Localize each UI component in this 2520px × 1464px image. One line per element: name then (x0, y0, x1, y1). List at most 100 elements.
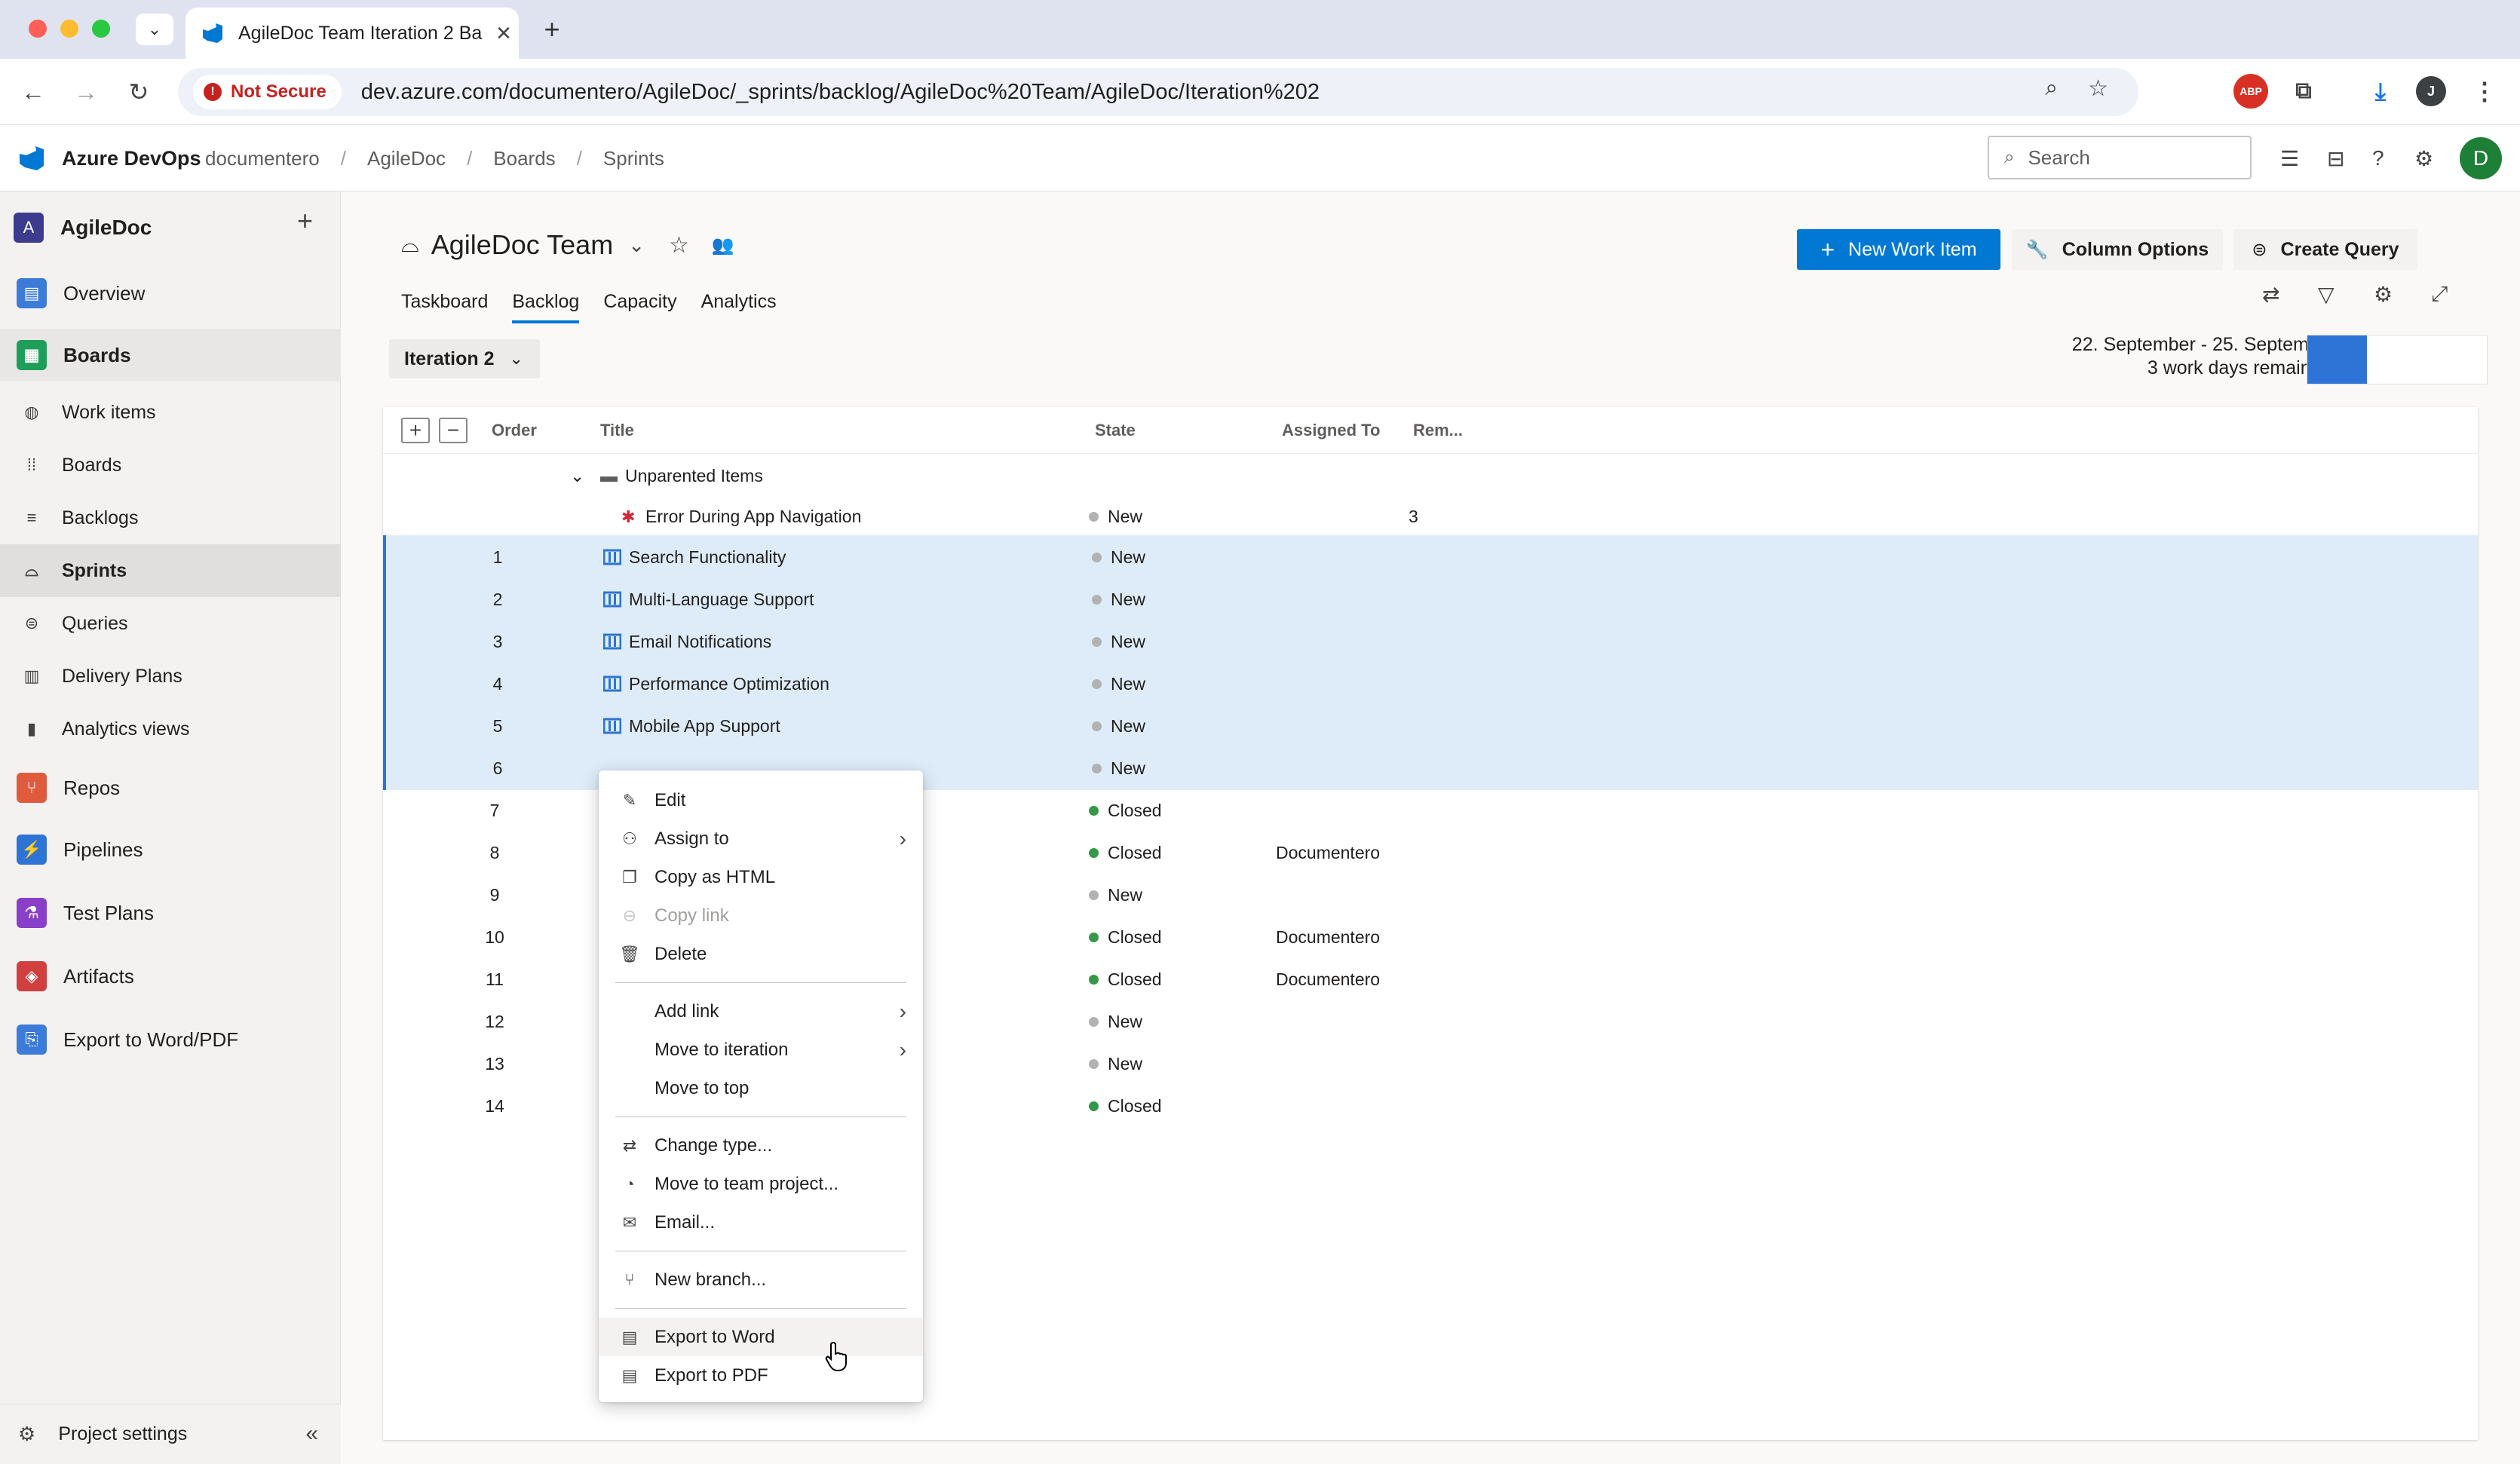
browser-tab[interactable]: AgileDoc Team Iteration 2 Ba ✕ (185, 8, 519, 59)
extensions-puzzle-icon[interactable]: ⧉ (2286, 74, 2321, 109)
row-title[interactable]: Performance Optimization (629, 674, 829, 694)
iteration-picker[interactable]: Iteration 2 ⌄ (389, 339, 540, 378)
row-title[interactable]: Email Notifications (629, 632, 771, 651)
filter-icon[interactable]: ▽ (2318, 282, 2335, 307)
menu-item-move-to-team-project[interactable]: ◔ Move to team project... (599, 1165, 923, 1203)
close-window-button[interactable] (29, 20, 47, 38)
breadcrumb-sprints[interactable]: Sprints (603, 125, 664, 191)
collapse-sidebar-icon[interactable]: « (305, 1421, 318, 1447)
sidebar-item-test-plans[interactable]: ⚗ Test Plans (0, 887, 341, 939)
row-assigned-to[interactable]: Documentero (1276, 831, 1380, 874)
favorite-star-icon[interactable]: ☆ (669, 232, 689, 259)
table-row[interactable]: 2 Multi-Language Support New (383, 577, 2478, 621)
column-header-order[interactable]: Order (492, 407, 537, 454)
browser-menu-icon[interactable]: ⋮ (2467, 74, 2502, 109)
collapse-all-button[interactable]: − (439, 418, 468, 443)
team-name[interactable]: AgileDoc Team (431, 229, 613, 261)
minimize-window-button[interactable] (60, 20, 78, 38)
azure-devops-brand[interactable]: Azure DevOps (62, 125, 201, 191)
breadcrumb-project[interactable]: AgileDoc (367, 125, 446, 191)
view-options-icon[interactable]: ⇄ (2262, 282, 2279, 307)
table-row[interactable]: 5 Mobile App Support New (383, 704, 2478, 748)
sidebar-item-boards-group[interactable]: ▦ Boards (0, 329, 341, 381)
tab-taskboard[interactable]: Taskboard (389, 282, 500, 323)
sidebar-item-delivery-plans[interactable]: ▥ Delivery Plans (0, 650, 341, 703)
bookmark-star-icon[interactable]: ☆ (2088, 75, 2108, 102)
maximize-window-button[interactable] (92, 20, 110, 38)
search-input[interactable]: ⌕ Search (1988, 136, 2252, 179)
menu-item-copy-as-html[interactable]: ❐ Copy as HTML (599, 858, 923, 896)
sidebar-item-work-items[interactable]: ◍ Work items (0, 386, 341, 439)
zoom-icon[interactable]: ⌕ (2045, 75, 2058, 102)
breadcrumb-boards[interactable]: Boards (493, 125, 555, 191)
sidebar-item-boards[interactable]: ⁞⁞ Boards (0, 439, 341, 492)
column-header-assigned-to[interactable]: Assigned To (1282, 407, 1380, 454)
sidebar-item-sprints[interactable]: ⌓ Sprints (0, 544, 341, 597)
tab-backlog[interactable]: Backlog (500, 282, 591, 323)
sidebar-item-queries[interactable]: ⊜ Queries (0, 597, 341, 650)
sidebar-item-analytics-views[interactable]: ▮ Analytics views (0, 703, 341, 755)
reload-icon[interactable]: ↻ (122, 75, 155, 109)
help-icon[interactable]: ? (2372, 146, 2384, 170)
create-query-button[interactable]: ⊜ Create Query (2233, 229, 2417, 270)
row-assigned-to[interactable]: Documentero (1276, 957, 1380, 1001)
marketplace-bag-icon[interactable]: ⊟ (2327, 146, 2344, 171)
table-row[interactable]: 3 Email Notifications New (383, 620, 2478, 663)
team-members-icon[interactable]: 👥 (712, 234, 734, 256)
column-header-remaining[interactable]: Rem... (1413, 407, 1463, 454)
new-tab-button[interactable]: + (537, 14, 567, 45)
downloads-icon[interactable]: ⤓ (2363, 74, 2398, 109)
menu-item-edit[interactable]: ✎ Edit (599, 781, 923, 819)
expand-all-button[interactable]: + (401, 418, 430, 443)
sidebar-item-backlogs[interactable]: ≡ Backlogs (0, 492, 341, 544)
menu-item-assign-to[interactable]: ⚇ Assign to › (599, 819, 923, 858)
user-avatar[interactable]: D (2460, 137, 2502, 179)
menu-item-move-to-top[interactable]: Move to top (599, 1069, 923, 1107)
table-row[interactable]: 1 Search Functionality New (383, 535, 2478, 579)
adblock-extension-icon[interactable]: ABP (2233, 74, 2268, 109)
forward-arrow-icon[interactable]: → (69, 75, 103, 109)
project-selector[interactable]: A AgileDoc (14, 207, 152, 249)
sidebar-item-export-to-word-pdf[interactable]: ⎘ Export to Word/PDF (0, 1013, 341, 1066)
chevron-down-icon[interactable]: ⌄ (570, 454, 584, 498)
menu-item-add-link[interactable]: Add link › (599, 992, 923, 1031)
settings-gear-icon[interactable]: ⚙ (2374, 282, 2393, 307)
menu-item-new-branch[interactable]: ⑂ New branch... (599, 1260, 923, 1299)
column-header-state[interactable]: State (1095, 407, 1136, 454)
row-assigned-to[interactable]: Documentero (1276, 915, 1380, 959)
new-work-item-button[interactable]: + New Work Item (1797, 229, 2000, 270)
chevron-down-icon[interactable]: ⌄ (628, 234, 645, 257)
row-title[interactable]: Mobile App Support (629, 716, 780, 736)
table-row[interactable]: ✱ Error During App Navigation New 3 (383, 495, 2478, 538)
menu-item-email[interactable]: ✉ Email... (599, 1203, 923, 1242)
back-arrow-icon[interactable]: ← (17, 75, 50, 109)
tab-capacity[interactable]: Capacity (591, 282, 688, 323)
row-title[interactable]: Search Functionality (629, 547, 786, 567)
table-row[interactable]: 4 Performance Optimization New (383, 662, 2478, 706)
close-tab-icon[interactable]: ✕ (489, 22, 519, 45)
breadcrumb-org[interactable]: documentero (205, 125, 320, 191)
address-bar[interactable]: ! Not Secure dev.azure.com/documentero/A… (178, 68, 2138, 116)
task-list-icon[interactable]: ☰ (2280, 146, 2299, 171)
profile-avatar[interactable]: J (2416, 76, 2446, 106)
column-header-title[interactable]: Title (600, 407, 634, 454)
security-indicator[interactable]: ! Not Secure (193, 75, 342, 109)
azure-devops-logo-icon[interactable] (17, 143, 47, 173)
menu-item-delete[interactable]: 🗑 Delete (599, 935, 923, 973)
sidebar-item-repos[interactable]: ⑂ Repos (0, 761, 341, 814)
menu-item-change-type[interactable]: ⇄ Change type... (599, 1126, 923, 1165)
add-icon[interactable]: + (297, 205, 313, 237)
group-row[interactable]: ⌄ ▬ Unparented Items (383, 454, 2478, 498)
menu-item-move-to-iteration[interactable]: Move to iteration › (599, 1031, 923, 1069)
row-title[interactable]: Error During App Navigation (645, 507, 861, 526)
menu-item-export-to-pdf[interactable]: ▤ Export to PDF (599, 1356, 923, 1395)
tab-analytics[interactable]: Analytics (689, 282, 789, 323)
user-settings-icon[interactable]: ⚙ (2414, 146, 2433, 171)
row-title[interactable]: Multi-Language Support (629, 590, 814, 609)
fullscreen-icon[interactable]: ⤢ (2431, 282, 2448, 307)
project-settings[interactable]: ⚙ Project settings « (0, 1404, 341, 1464)
sidebar-item-overview[interactable]: ▤ Overview (0, 267, 341, 320)
sidebar-item-artifacts[interactable]: ◈ Artifacts (0, 950, 341, 1003)
column-options-button[interactable]: 🔧 Column Options (2012, 229, 2223, 270)
tab-search-button[interactable]: ⌄ (136, 14, 173, 45)
